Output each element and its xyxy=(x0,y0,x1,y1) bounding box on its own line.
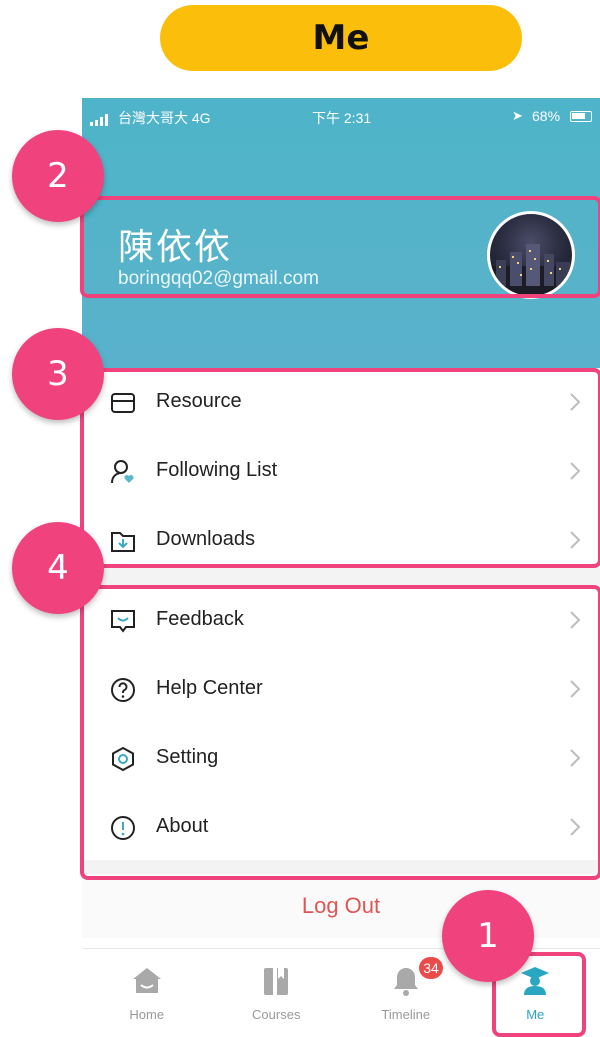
annotation-badge-2: 2 xyxy=(12,130,104,222)
tab-home[interactable]: Home xyxy=(82,949,212,1037)
courses-icon xyxy=(259,964,293,998)
location-arrow-icon: ➤ xyxy=(512,108,523,123)
highlight-menu-primary xyxy=(80,368,600,568)
section-title-pill: Me xyxy=(160,5,522,71)
highlight-profile xyxy=(80,196,600,298)
annotation-badge-1: 1 xyxy=(442,890,534,982)
signal-icon xyxy=(90,111,108,127)
highlight-menu-secondary xyxy=(80,585,600,880)
battery-percent: 68% xyxy=(532,108,561,124)
home-icon xyxy=(130,964,164,998)
tutorial-screen: Me 台灣大哥大 4G 下午 2:31 ➤ 68% 陳依依 boringqq02… xyxy=(0,0,600,1037)
annotation-badge-4: 4 xyxy=(12,522,104,614)
battery-icon xyxy=(570,111,592,122)
annotation-badge-3: 3 xyxy=(12,328,104,420)
tab-courses[interactable]: Courses xyxy=(212,949,342,1037)
bell-icon xyxy=(389,964,423,998)
status-bar: 台灣大哥大 4G 下午 2:31 ➤ 68% xyxy=(82,106,600,128)
tab-label: Timeline xyxy=(381,1007,431,1022)
tab-label: Courses xyxy=(252,1007,301,1022)
notification-badge: 34 xyxy=(419,957,443,979)
carrier-label: 台灣大哥大 4G xyxy=(118,110,211,126)
clock: 下午 2:31 xyxy=(312,110,372,126)
tab-label: Home xyxy=(129,1007,165,1022)
